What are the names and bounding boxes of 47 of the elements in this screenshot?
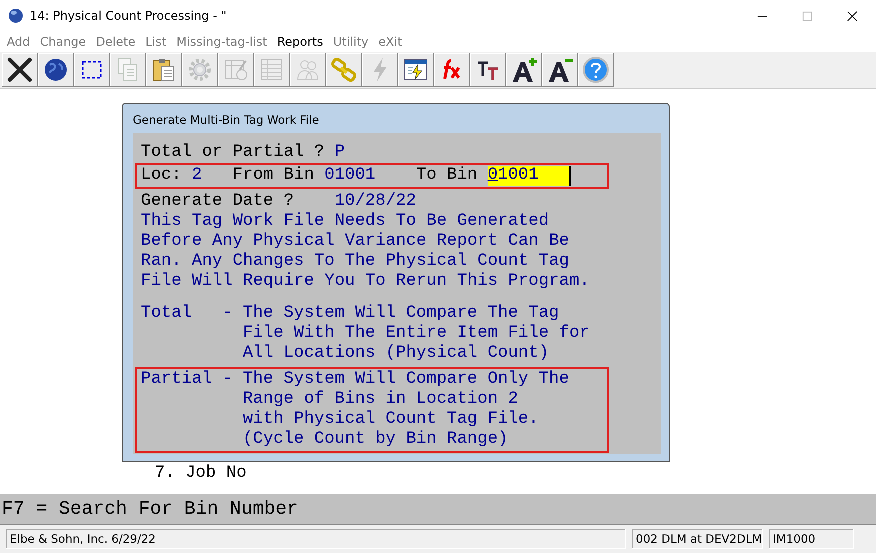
option-description: Range of Bins in Location 2 bbox=[242, 390, 520, 410]
chain-icon bbox=[330, 56, 358, 84]
from-bin-label: From Bin bbox=[232, 166, 314, 186]
loc-value: 2 bbox=[192, 166, 202, 186]
status-pane: IM1000 bbox=[769, 529, 854, 549]
option-name: Total bbox=[141, 304, 194, 325]
menu-item[interactable]: Reports bbox=[277, 35, 324, 49]
gear-icon bbox=[186, 56, 214, 84]
toolbar-button[interactable] bbox=[74, 53, 110, 87]
status-pane: 002 DLM at DEV2DLM bbox=[632, 529, 763, 549]
option-description: The System Will Compare The Tag bbox=[242, 304, 560, 324]
from-bin-value: 01001 bbox=[324, 166, 376, 186]
dialog-title: Generate Multi-Bin Tag Work File bbox=[132, 112, 320, 129]
notice-text: Before Any Physical Variance Report Can Be bbox=[141, 232, 570, 252]
prompt-label: Total or Partial ? bbox=[141, 143, 325, 163]
notice-text: File Will Require You To Rerun This Program. bbox=[141, 272, 591, 292]
option-description: (Cycle Count by Bin Range) bbox=[242, 430, 510, 450]
notice-text: This Tag Work File Needs To Be Generated bbox=[141, 212, 550, 232]
function-key-hint: F7 = Search For Bin Number bbox=[2, 498, 298, 520]
option-name: Partial bbox=[141, 370, 212, 391]
option-description: with Physical Count Tag File. bbox=[242, 410, 540, 430]
status-pane: Elbe & Sohn, Inc. 6/29/22 bbox=[6, 529, 626, 549]
help-icon bbox=[582, 56, 610, 84]
notice-text: Ran. Any Changes To The Physical Count Tag bbox=[141, 252, 570, 272]
globe-icon bbox=[8, 8, 24, 24]
dash-text: - bbox=[222, 370, 234, 391]
option-description: All Locations (Physical Count) bbox=[242, 344, 550, 364]
loc-label: Loc: bbox=[141, 166, 182, 186]
prompt-value: P bbox=[334, 143, 346, 163]
window-title: 14: Physical Count Processing - " bbox=[30, 9, 227, 23]
font-increase-icon bbox=[510, 56, 538, 84]
date-value: 10/28/22 bbox=[334, 192, 416, 212]
screen-text: 7. Job No bbox=[155, 464, 248, 483]
x-icon bbox=[6, 56, 34, 84]
option-description: File With The Entire Item File for bbox=[242, 324, 590, 344]
toolbar-button[interactable] bbox=[542, 53, 578, 87]
date-label: Generate Date ? bbox=[141, 192, 294, 212]
close-icon[interactable] bbox=[847, 10, 858, 22]
globe-icon bbox=[42, 56, 70, 84]
toolbar-button[interactable] bbox=[398, 53, 434, 87]
toolbar-button[interactable] bbox=[38, 53, 74, 87]
to-bin-label: To Bin bbox=[416, 166, 478, 186]
option-description: The System Will Compare Only The bbox=[242, 370, 570, 390]
toolbar-button[interactable] bbox=[2, 53, 38, 87]
toolbar-button[interactable] bbox=[506, 53, 542, 87]
toolbar-button[interactable] bbox=[470, 53, 506, 87]
dash-text: - bbox=[222, 304, 234, 325]
